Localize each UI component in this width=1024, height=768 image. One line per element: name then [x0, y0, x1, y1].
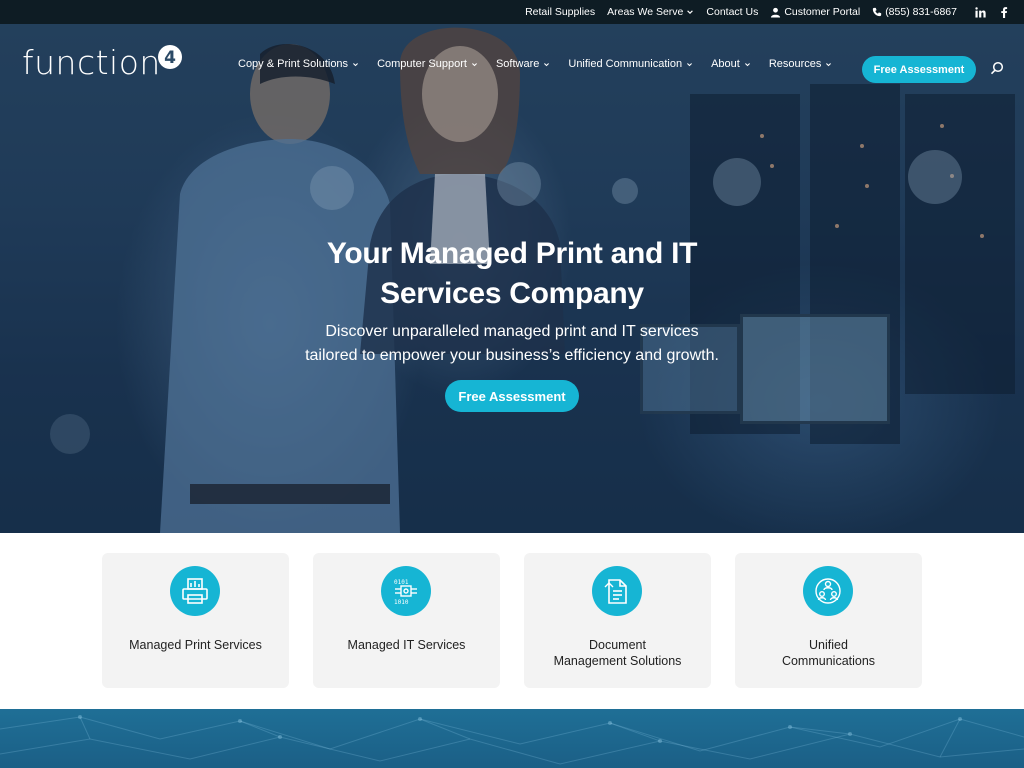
network-pattern-image — [0, 715, 1024, 765]
facebook-icon — [1001, 6, 1008, 18]
service-card-label: Managed IT Services — [347, 638, 466, 652]
nav-label: Unified Communication — [568, 58, 683, 70]
chevron-down-icon — [544, 62, 550, 66]
nav-software[interactable]: Software — [496, 58, 550, 70]
top-utility-bar: Retail Supplies Areas We Serve Contact U… — [0, 0, 1024, 24]
linkedin-icon — [975, 6, 986, 18]
linkedin-link[interactable] — [975, 6, 986, 18]
document-icon — [592, 566, 642, 616]
phone-link[interactable]: (855) 831-6867 — [872, 6, 957, 18]
hero-free-assessment-button[interactable]: Free Assessment — [445, 380, 579, 412]
nav-computer-support[interactable]: Computer Support — [377, 58, 478, 70]
nav-label: About — [711, 58, 740, 70]
nav-copy-print-solutions[interactable]: Copy & Print Solutions — [238, 58, 359, 70]
chevron-down-icon — [744, 62, 750, 66]
phone-icon — [873, 7, 882, 17]
nav-label: Software — [495, 58, 540, 70]
chevron-down-icon — [471, 62, 477, 66]
network-pattern-band — [0, 709, 1024, 768]
chevron-down-icon — [687, 10, 694, 14]
hero-subtitle: Discover unparalleled managed print and … — [212, 320, 812, 368]
svg-text:0101: 0101 — [394, 579, 409, 586]
service-card-document-management[interactable]: Document Management Solutions — [524, 553, 711, 688]
nav-about[interactable]: About — [711, 58, 751, 70]
header-free-assessment-button[interactable]: Free Assessment — [862, 56, 976, 83]
retail-supplies-link[interactable]: Retail Supplies — [525, 6, 595, 18]
main-navigation: Copy & Print Solutions Computer Support … — [238, 58, 850, 70]
nav-label: Computer Support — [377, 58, 467, 70]
nav-label: Resources — [768, 58, 822, 70]
chevron-down-icon — [826, 62, 832, 66]
service-card-label: Document Management Solutions — [553, 638, 682, 668]
phone-number: (855) 831-6867 — [885, 6, 957, 18]
service-card-managed-print[interactable]: Managed Print Services — [102, 553, 289, 688]
hero-title-line: Services Company — [380, 277, 644, 310]
nav-unified-communication[interactable]: Unified Communication — [568, 58, 693, 70]
service-card-label: Managed Print Services — [129, 638, 262, 652]
user-icon — [771, 7, 781, 18]
nav-resources[interactable]: Resources — [769, 58, 833, 70]
chevron-down-icon — [353, 62, 359, 66]
contact-us-link[interactable]: Contact Us — [706, 6, 758, 18]
search-icon[interactable] — [990, 61, 1004, 75]
site-logo[interactable]: function 4 — [22, 43, 183, 82]
customer-portal-label: Customer Portal — [784, 6, 861, 18]
svg-text:1010: 1010 — [394, 599, 409, 606]
areas-we-serve-label: Areas We Serve — [607, 6, 684, 18]
circuit-chip-icon: 0101 1010 — [381, 566, 431, 616]
hero-title: Your Managed Print and IT Services Compa… — [212, 234, 812, 314]
logo-text: function — [22, 43, 161, 82]
service-card-unified-communications[interactable]: Unified Communications — [735, 553, 922, 688]
chevron-down-icon — [687, 62, 693, 66]
customer-portal-link[interactable]: Customer Portal — [770, 6, 860, 18]
hero-title-line: Your Managed Print and IT — [326, 237, 698, 270]
logo-badge-text: 4 — [164, 48, 176, 68]
services-section: Managed Print Services 0101 1010 Managed… — [0, 533, 1024, 709]
printer-icon — [170, 566, 220, 616]
facebook-link[interactable] — [1000, 6, 1008, 18]
areas-we-serve-link[interactable]: Areas We Serve — [607, 6, 694, 18]
nav-label: Copy & Print Solutions — [238, 58, 349, 70]
people-network-icon — [803, 566, 853, 616]
service-card-managed-it[interactable]: 0101 1010 Managed IT Services — [313, 553, 500, 688]
logo-badge-icon: 4 — [157, 45, 182, 69]
hero-subtitle-line: Discover unparalleled managed print and … — [325, 323, 699, 340]
service-card-label: Unified Communications — [781, 638, 876, 668]
hero-subtitle-line: tailored to empower your business’s effi… — [305, 347, 719, 364]
